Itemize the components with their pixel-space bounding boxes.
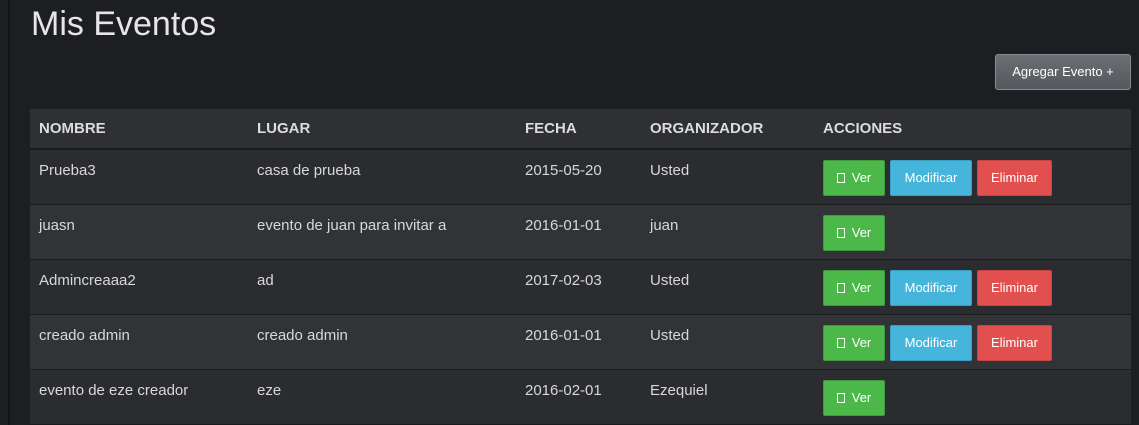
cell-lugar: ad bbox=[248, 259, 516, 315]
cell-organizador: juan bbox=[641, 204, 814, 260]
header-organizador: ORGANIZADOR bbox=[641, 109, 814, 150]
view-button-label: Ver bbox=[851, 334, 872, 350]
eye-icon bbox=[836, 392, 845, 403]
table-row: Prueba3 casa de prueba 2015-05-20 Usted Ver M… bbox=[30, 149, 1131, 205]
eye-icon bbox=[836, 282, 845, 293]
row-actions: Ver bbox=[823, 379, 1131, 416]
delete-button[interactable]: Eliminar bbox=[977, 269, 1052, 306]
row-actions: Ver bbox=[823, 214, 1131, 251]
cell-fecha: 2016-01-01 bbox=[516, 204, 641, 260]
row-actions: Ver Modificar Eliminar bbox=[823, 324, 1131, 361]
cell-fecha: 2016-01-01 bbox=[516, 314, 641, 370]
add-event-button[interactable]: Agregar Evento + bbox=[995, 54, 1131, 90]
events-table: NOMBRE LUGAR FECHA ORGANIZADOR ACCIONES … bbox=[30, 109, 1131, 425]
cell-organizador: Usted bbox=[641, 149, 814, 205]
cell-lugar: eze bbox=[248, 369, 516, 425]
eye-icon bbox=[836, 337, 845, 348]
edit-button[interactable]: Modificar bbox=[890, 160, 972, 196]
cell-lugar: evento de juan para invitar a bbox=[248, 204, 516, 260]
edit-button[interactable]: Modificar bbox=[890, 269, 972, 306]
view-button-label: Ver bbox=[851, 224, 872, 240]
view-button[interactable]: Ver bbox=[823, 379, 885, 416]
left-border bbox=[0, 0, 10, 425]
header-fecha: FECHA bbox=[516, 109, 641, 150]
table-body: Prueba3 casa de prueba 2015-05-20 Usted Ver M… bbox=[30, 149, 1131, 425]
cell-acciones: Ver bbox=[814, 369, 1131, 425]
cell-lugar: creado admin bbox=[248, 314, 516, 370]
view-button-label: Ver bbox=[851, 170, 872, 185]
cell-acciones: Ver Modificar Eliminar bbox=[814, 314, 1131, 370]
edit-button[interactable]: Modificar bbox=[890, 324, 972, 361]
view-button[interactable]: Ver bbox=[823, 269, 885, 306]
cell-fecha: 2017-02-03 bbox=[516, 259, 641, 315]
row-actions: Ver Modificar Eliminar bbox=[823, 160, 1131, 196]
cell-nombre: creado admin bbox=[30, 314, 248, 370]
cell-fecha: 2015-05-20 bbox=[516, 149, 641, 205]
view-button[interactable]: Ver bbox=[823, 160, 885, 196]
cell-organizador: Usted bbox=[641, 314, 814, 370]
table-row: Admincreaaa2 ad 2017-02-03 Usted Ver Modifica… bbox=[30, 259, 1131, 315]
table-row: juasn evento de juan para invitar a 2016-0… bbox=[30, 204, 1131, 260]
cell-fecha: 2016-02-01 bbox=[516, 369, 641, 425]
view-button-label: Ver bbox=[851, 279, 872, 295]
header-lugar: LUGAR bbox=[248, 109, 516, 150]
page-title: Mis Eventos bbox=[31, 5, 217, 43]
delete-button[interactable]: Eliminar bbox=[977, 324, 1052, 361]
cell-nombre: Prueba3 bbox=[30, 149, 248, 205]
view-button[interactable]: Ver bbox=[823, 214, 885, 251]
header-acciones: ACCIONES bbox=[814, 109, 1131, 150]
view-button[interactable]: Ver bbox=[823, 324, 885, 361]
eye-icon bbox=[836, 227, 845, 238]
cell-nombre: juasn bbox=[30, 204, 248, 260]
view-button-label: Ver bbox=[851, 389, 872, 405]
delete-button[interactable]: Eliminar bbox=[977, 160, 1052, 196]
cell-lugar: casa de prueba bbox=[248, 149, 516, 205]
eye-icon bbox=[836, 173, 845, 183]
table-row: evento de eze creador eze 2016-02-01 Ezequi… bbox=[30, 369, 1131, 425]
table-header-row: NOMBRE LUGAR FECHA ORGANIZADOR ACCIONES bbox=[30, 109, 1131, 150]
cell-acciones: Ver bbox=[814, 204, 1131, 260]
cell-organizador: Usted bbox=[641, 259, 814, 315]
cell-nombre: Admincreaaa2 bbox=[30, 259, 248, 315]
cell-nombre: evento de eze creador bbox=[30, 369, 248, 425]
cell-acciones: Ver Modificar Eliminar bbox=[814, 149, 1131, 205]
row-actions: Ver Modificar Eliminar bbox=[823, 269, 1131, 306]
table-row: creado admin creado admin 2016-01-01 Usted V… bbox=[30, 314, 1131, 370]
cell-organizador: Ezequiel bbox=[641, 369, 814, 425]
cell-acciones: Ver Modificar Eliminar bbox=[814, 259, 1131, 315]
header-nombre: NOMBRE bbox=[30, 109, 248, 150]
